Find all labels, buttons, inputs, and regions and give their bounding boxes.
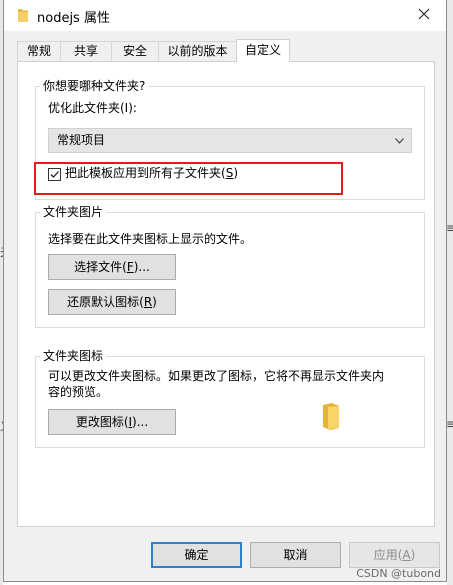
watermark: CSDN @tubond — [356, 567, 441, 580]
apply-suffix: ) — [410, 548, 416, 562]
close-button[interactable] — [402, 0, 446, 31]
apply-subfolders-hotkey: S — [225, 166, 234, 180]
properties-dialog: nodejs 属性 常规 共享 安全 以前的版本 自定义 你想要哪种文件夹? 优… — [3, 0, 447, 582]
tab-security[interactable]: 安全 — [111, 41, 159, 61]
background-glyph: ≡ — [446, 417, 453, 431]
close-icon — [418, 8, 430, 23]
choose-file-text: 选择文件( — [74, 260, 127, 274]
change-icon-text: 更改图标( — [75, 415, 129, 429]
customize-panel: 你想要哪种文件夹? 优化此文件夹(I): 常规项目 把此模板应用到所有子文件夹(… — [17, 61, 435, 527]
restore-default-icon-button[interactable]: 还原默认图标(R) — [48, 289, 176, 315]
choose-file-button[interactable]: 选择文件(F)... — [48, 254, 176, 280]
tab-previous-versions[interactable]: 以前的版本 — [158, 41, 237, 61]
tab-customize[interactable]: 自定义 — [236, 39, 290, 62]
apply-subfolders-checkbox[interactable] — [48, 168, 61, 181]
folder-icon-group-title: 文件夹图标 — [40, 349, 107, 363]
restore-default-suffix: ) — [152, 295, 157, 309]
window-title: nodejs 属性 — [37, 11, 110, 26]
folder-pictures-description: 选择要在此文件夹图标上显示的文件。 — [48, 232, 253, 246]
change-icon-suffix: )... — [132, 415, 149, 429]
restore-default-text: 还原默认图标( — [67, 295, 144, 309]
folder-icon-description: 可以更改文件夹图标。如果更改了图标，它将不再显示文件夹内容的预览。 — [48, 369, 385, 399]
chevron-down-icon — [395, 129, 404, 152]
change-icon-button[interactable]: 更改图标(I)... — [48, 409, 176, 435]
title-bar[interactable]: nodejs 属性 — [4, 0, 446, 31]
tab-sharing[interactable]: 共享 — [60, 41, 112, 61]
background-glyph: ≡ — [446, 221, 453, 235]
folder-template-select-value: 常规项目 — [57, 133, 106, 147]
folder-type-group-title: 你想要哪种文件夹? — [40, 79, 149, 93]
folder-icon — [17, 8, 29, 23]
cancel-button[interactable]: 取消 — [250, 542, 341, 568]
apply-button[interactable]: 应用(A) — [349, 542, 440, 568]
restore-default-hotkey: R — [143, 295, 153, 309]
apply-subfolders-text: 把此模板应用到所有子文件夹 — [65, 166, 222, 180]
folder-preview-icon — [320, 402, 342, 433]
background-right-edge — [447, 0, 453, 585]
optimize-label: 优化此文件夹(I): — [48, 101, 137, 115]
choose-file-suffix: )... — [133, 260, 150, 274]
apply-subfolders-label[interactable]: 把此模板应用到所有子文件夹(S) — [65, 166, 238, 181]
tab-general[interactable]: 常规 — [17, 41, 61, 61]
folder-pictures-group-title: 文件夹图片 — [40, 205, 107, 219]
apply-hotkey: A — [402, 548, 411, 562]
folder-template-select[interactable]: 常规项目 — [48, 128, 412, 153]
apply-text: 应用( — [373, 548, 403, 562]
ok-button[interactable]: 确定 — [151, 542, 242, 568]
choose-file-hotkey: F — [126, 260, 134, 274]
